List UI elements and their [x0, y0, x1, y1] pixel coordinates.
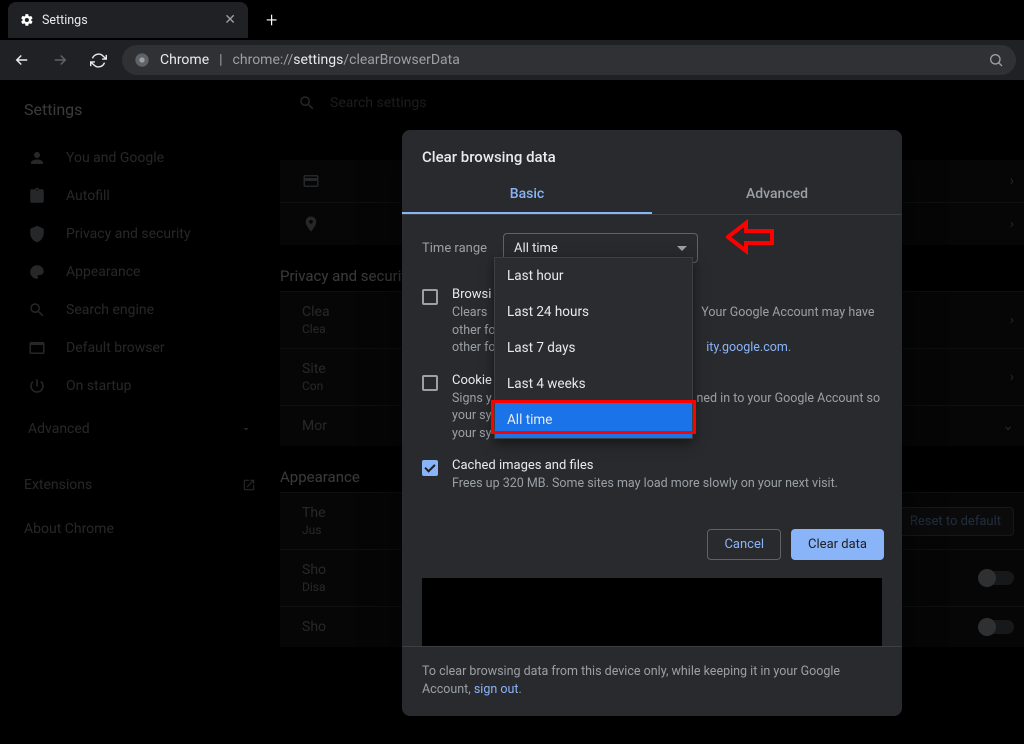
- checkbox-cached-images[interactable]: Cached images and files Frees up 320 MB.…: [422, 450, 882, 501]
- omnibox-separator: |: [219, 52, 222, 68]
- tab-title: Settings: [42, 13, 88, 28]
- dialog-title: Clear browsing data: [402, 130, 902, 176]
- dropdown-option-selected[interactable]: All time: [495, 402, 692, 438]
- time-range-value: All time: [514, 241, 558, 256]
- clear-data-button[interactable]: Clear data: [791, 529, 884, 560]
- address-bar[interactable]: Chrome | chrome://settings/clearBrowserD…: [122, 45, 1016, 75]
- omnibox-url: chrome://settings/clearBrowserData: [233, 52, 460, 68]
- activity-link[interactable]: ity.google.com: [706, 340, 788, 355]
- new-tab-button[interactable]: +: [266, 8, 277, 32]
- cancel-button[interactable]: Cancel: [707, 529, 781, 560]
- dropdown-arrow-icon: [677, 246, 687, 251]
- reload-button[interactable]: [84, 46, 112, 74]
- time-range-dropdown: Last hour Last 24 hours Last 7 days Last…: [494, 257, 693, 439]
- dropdown-option[interactable]: Last hour: [495, 258, 692, 294]
- checkbox-icon[interactable]: [422, 289, 438, 305]
- dropdown-option[interactable]: Last 24 hours: [495, 294, 692, 330]
- gear-icon: [20, 13, 34, 27]
- browser-toolbar: Chrome | chrome://settings/clearBrowserD…: [0, 40, 1024, 80]
- redacted-region: [422, 578, 882, 646]
- checkbox-icon[interactable]: [422, 375, 438, 391]
- dialog-footer: To clear browsing data from this device …: [402, 646, 902, 717]
- browser-tab[interactable]: Settings ✕: [8, 2, 248, 38]
- back-button[interactable]: [8, 46, 36, 74]
- checkbox-icon[interactable]: [422, 460, 438, 476]
- sign-out-link[interactable]: sign out: [474, 682, 519, 697]
- dialog-tabs: Basic Advanced: [402, 176, 902, 215]
- dropdown-option[interactable]: Last 7 days: [495, 330, 692, 366]
- tab-strip: Settings ✕ +: [0, 0, 1024, 40]
- close-tab-icon[interactable]: ✕: [224, 12, 236, 28]
- chrome-icon: [134, 52, 150, 68]
- dropdown-option[interactable]: Last 4 weeks: [495, 366, 692, 402]
- omnibox-prefix: Chrome: [160, 52, 209, 68]
- time-range-label: Time range: [422, 241, 487, 256]
- forward-button[interactable]: [46, 46, 74, 74]
- search-icon[interactable]: [988, 52, 1004, 68]
- tab-basic[interactable]: Basic: [402, 176, 652, 214]
- tab-advanced[interactable]: Advanced: [652, 176, 902, 214]
